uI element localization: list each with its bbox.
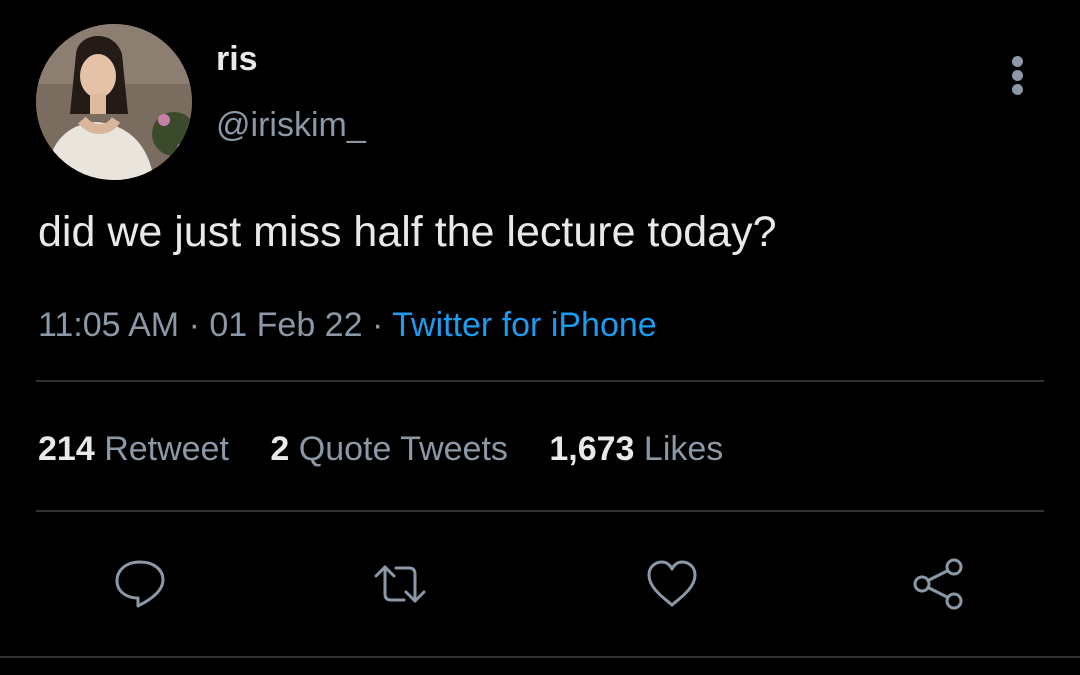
dot-1 (1012, 56, 1023, 67)
retweets-count: 214 (38, 430, 95, 468)
tweet-stats: 214 Retweet 2 Quote Tweets 1,673 Likes (38, 430, 723, 469)
meta-separator: · (371, 306, 384, 344)
share-icon[interactable] (910, 556, 966, 612)
retweets-stat[interactable]: 214 Retweet (38, 430, 229, 469)
likes-count: 1,673 (549, 430, 635, 468)
profile-photo-image (36, 24, 192, 180)
likes-stat[interactable]: 1,673 Likes (549, 430, 723, 469)
likes-label: Likes (643, 430, 724, 468)
retweet-icon[interactable] (372, 556, 428, 612)
avatar[interactable] (36, 24, 192, 180)
dot-3 (1012, 84, 1023, 95)
dot-2 (1012, 70, 1023, 81)
retweets-label: Retweet (104, 430, 229, 468)
tweet-date[interactable]: 01 Feb 22 (209, 306, 362, 344)
quote-tweets-count: 2 (270, 430, 290, 468)
more-options-icon[interactable] (1000, 54, 1036, 98)
tweet-source-link[interactable]: Twitter for iPhone (392, 306, 657, 344)
divider (36, 510, 1044, 512)
like-icon[interactable] (644, 556, 700, 612)
reply-icon[interactable] (112, 556, 168, 612)
tweet-time[interactable]: 11:05 AM (38, 306, 179, 344)
tweet-meta: 11:05 AM · 01 Feb 22 · Twitter for iPhon… (38, 306, 657, 345)
divider (36, 380, 1044, 382)
quote-tweets-label: Quote Tweets (298, 430, 508, 468)
meta-separator: · (188, 306, 200, 344)
tweet-detail: ris @iriskim_ did we just miss half the … (0, 0, 1080, 675)
display-name[interactable]: ris (216, 40, 258, 79)
divider (0, 656, 1080, 658)
user-handle[interactable]: @iriskim_ (216, 106, 366, 145)
tweet-text: did we just miss half the lecture today? (38, 208, 777, 256)
quote-tweets-stat[interactable]: 2 Quote Tweets (270, 430, 508, 469)
